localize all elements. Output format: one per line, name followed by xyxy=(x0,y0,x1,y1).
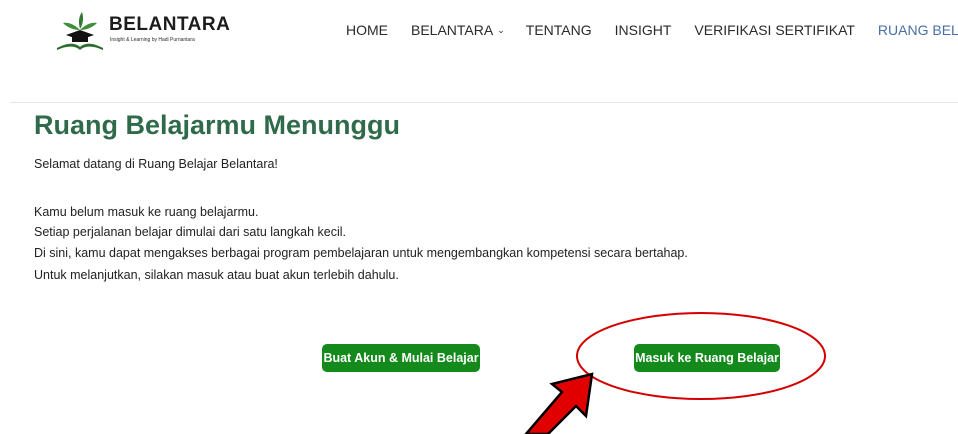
nav-ruang-belajar[interactable]: RUANG BELAJAR xyxy=(878,22,958,38)
nav-verifikasi-sertifikat[interactable]: VERIFIKASI SERTIFIKAT xyxy=(694,22,855,38)
red-arrow-icon xyxy=(524,372,594,434)
welcome-text: Selamat datang di Ruang Belajar Belantar… xyxy=(34,157,278,171)
nav-belantara-label: BELANTARA xyxy=(411,22,494,38)
brand-tagline: Insight & Learning by Hadi Purnantara xyxy=(110,37,195,43)
register-button[interactable]: Buat Akun & Mulai Belajar xyxy=(322,344,480,372)
main-nav: HOME BELANTARA ⌄ TENTANG INSIGHT VERIFIKA… xyxy=(346,22,958,38)
brand-name: BELANTARA xyxy=(109,14,231,35)
paragraph-line-2: Setiap perjalanan belajar dimulai dari s… xyxy=(34,225,346,239)
login-button[interactable]: Masuk ke Ruang Belajar xyxy=(634,344,780,372)
page-title: Ruang Belajarmu Menunggu xyxy=(34,110,401,140)
site-logo[interactable]: BELANTARA Insight & Learning by Hadi Pur… xyxy=(54,10,234,54)
site-header: BELANTARA Insight & Learning by Hadi Pur… xyxy=(0,0,958,62)
logo-mark-icon xyxy=(57,12,103,50)
chevron-down-icon: ⌄ xyxy=(497,25,505,35)
nav-belantara[interactable]: BELANTARA ⌄ xyxy=(411,22,505,38)
nav-tentang[interactable]: TENTANG xyxy=(526,22,592,38)
paragraph-line-1: Kamu belum masuk ke ruang belajarmu. xyxy=(34,205,259,219)
paragraph-line-4: Untuk melanjutkan, silakan masuk atau bu… xyxy=(34,268,399,282)
paragraph-line-3: Di sini, kamu dapat mengakses berbagai p… xyxy=(34,246,688,260)
header-divider xyxy=(10,102,958,103)
nav-insight[interactable]: INSIGHT xyxy=(615,22,672,38)
nav-home[interactable]: HOME xyxy=(346,22,388,38)
